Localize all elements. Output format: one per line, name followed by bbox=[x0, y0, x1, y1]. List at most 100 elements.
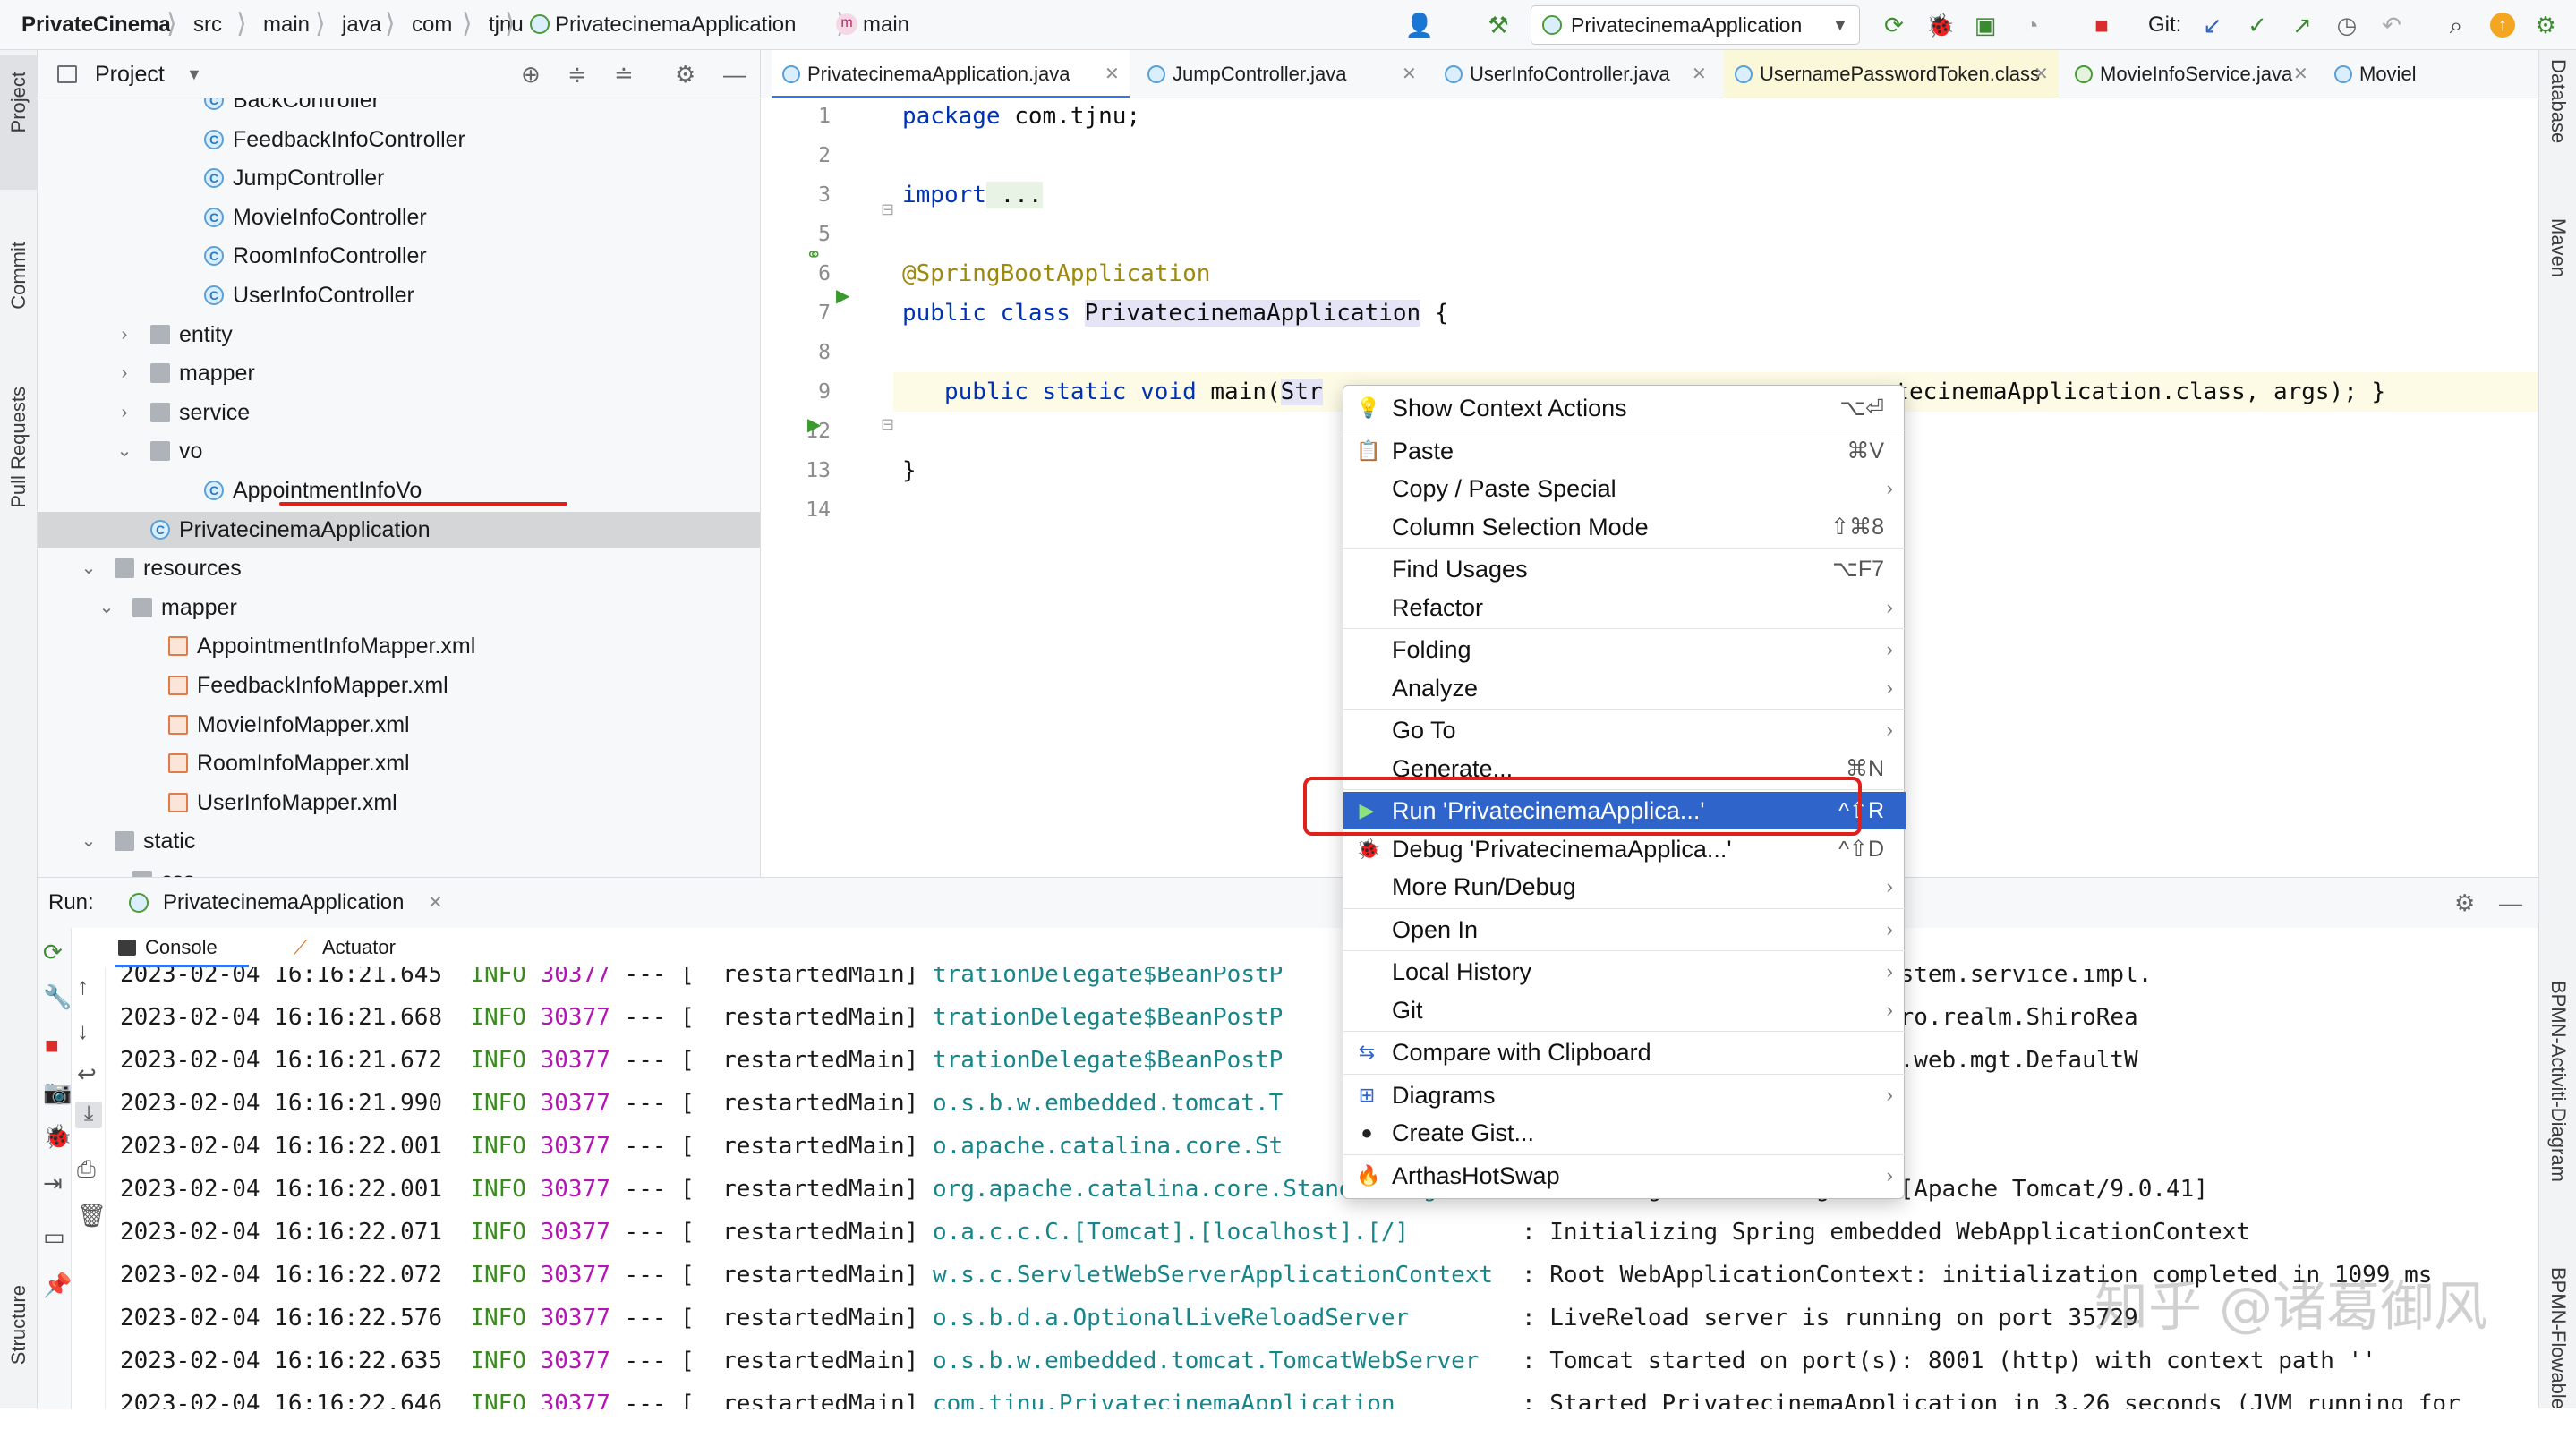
tree-item[interactable]: FeedbackInfoMapper.xml bbox=[38, 668, 760, 703]
close-icon[interactable]: ✕ bbox=[1692, 50, 1707, 98]
chevron-down-icon[interactable]: ⌄ bbox=[79, 823, 98, 859]
tree-item[interactable]: C MovieInfoController bbox=[38, 200, 760, 235]
chevron-down-icon[interactable]: ▼ bbox=[186, 50, 202, 98]
debug-icon[interactable]: 🐞 bbox=[43, 1123, 72, 1151]
close-icon[interactable]: ✕ bbox=[1402, 50, 1417, 98]
chevron-down-icon[interactable]: ⌄ bbox=[97, 590, 116, 625]
close-icon[interactable]: ✕ bbox=[2034, 50, 2049, 98]
menu-item[interactable]: ⊞ Diagrams › bbox=[1343, 1076, 1906, 1114]
bpmn-flowable-tool-tab[interactable]: BPMN-Flowable bbox=[2539, 1267, 2576, 1446]
tree-item[interactable]: C FeedbackInfoController bbox=[38, 122, 760, 157]
menu-item[interactable]: 🔥 ArthasHotSwap › bbox=[1343, 1157, 1906, 1195]
editor-tab[interactable]: JumpController.java ✕ bbox=[1137, 50, 1427, 98]
expand-all-icon[interactable]: ≑ bbox=[567, 50, 587, 98]
code-line[interactable]: package com.tjnu; bbox=[902, 97, 1140, 136]
project-panel-title[interactable]: Project bbox=[95, 50, 165, 98]
menu-item[interactable]: More Run/Debug › bbox=[1343, 868, 1906, 906]
exit-icon[interactable]: ⇥ bbox=[43, 1170, 63, 1197]
tree-item[interactable]: C JumpController bbox=[38, 160, 760, 196]
fold-icon[interactable]: ⊟ bbox=[881, 200, 894, 219]
scroll-to-end-icon[interactable]: ⤓ bbox=[75, 1102, 102, 1128]
fold-icon[interactable]: ⊟ bbox=[881, 415, 894, 434]
menu-item[interactable]: Git › bbox=[1343, 991, 1906, 1029]
rollback-icon[interactable]: ↶ bbox=[2376, 9, 2408, 41]
code-line[interactable]: import ... bbox=[902, 175, 1043, 215]
breadcrumb-item[interactable]: com bbox=[412, 0, 452, 50]
run-gutter-icon[interactable]: ▶ bbox=[807, 413, 821, 436]
menu-item[interactable]: Analyze › bbox=[1343, 669, 1906, 707]
bpmn-activiti-tool-tab[interactable]: BPMN-Activiti-Diagram bbox=[2539, 981, 2576, 1249]
tree-item[interactable]: ⌄ mapper bbox=[38, 590, 760, 625]
log-line[interactable]: 2023-02-04 16:16:22.576 INFO 30377 --- [… bbox=[120, 1298, 2138, 1338]
git-push-icon[interactable]: ↗ bbox=[2286, 9, 2318, 41]
rerun-icon[interactable]: ⟳ bbox=[43, 939, 63, 966]
user-icon[interactable]: 👤 bbox=[1403, 9, 1436, 41]
code-line[interactable]: public static void main(Str bbox=[902, 372, 1323, 412]
editor-tab[interactable]: MovieInfoService.java ✕ bbox=[2064, 50, 2318, 98]
menu-item[interactable]: ● Create Gist... bbox=[1343, 1114, 1906, 1152]
soft-wrap-icon[interactable]: ↩ bbox=[77, 1060, 97, 1088]
history-icon[interactable]: ◷ bbox=[2331, 9, 2363, 41]
editor-tab[interactable]: UsernamePasswordToken.class ✕ bbox=[1724, 50, 2059, 98]
menu-item[interactable]: Local History › bbox=[1343, 953, 1906, 991]
code-line[interactable]: } bbox=[902, 451, 917, 490]
tree-item[interactable]: UserInfoMapper.xml bbox=[38, 785, 760, 821]
code-line-tail[interactable]: vatecinemaApplication.class, args); } bbox=[1867, 372, 2385, 412]
menu-item[interactable]: Go To › bbox=[1343, 711, 1906, 749]
close-icon[interactable]: ✕ bbox=[428, 878, 443, 928]
arrow-up-icon[interactable]: ↑ bbox=[77, 973, 89, 1000]
chevron-right-icon[interactable]: › bbox=[115, 355, 134, 391]
structure-tool-tab[interactable]: Structure bbox=[0, 1285, 38, 1410]
tree-item[interactable]: MovieInfoMapper.xml bbox=[38, 707, 760, 743]
database-tool-tab[interactable]: Database bbox=[2539, 59, 2576, 193]
chevron-right-icon[interactable]: › bbox=[97, 863, 116, 877]
search-icon[interactable]: ⌕ bbox=[2440, 9, 2472, 41]
console-output[interactable]: 2023-02-04 16:16:21.645 INFO 30377 --- [… bbox=[106, 967, 2538, 1409]
code-line[interactable]: @SpringBootApplication bbox=[902, 254, 1210, 293]
run-config-selector[interactable]: PrivatecinemaApplication ▼ bbox=[1531, 5, 1860, 45]
commit-tool-tab[interactable]: Commit bbox=[0, 242, 38, 349]
debug-icon[interactable]: 🐞 bbox=[1924, 9, 1957, 41]
run-config-tab[interactable]: PrivatecinemaApplication bbox=[163, 878, 404, 928]
tree-item[interactable]: › entity bbox=[38, 317, 760, 353]
breadcrumb-item[interactable]: src bbox=[193, 0, 222, 50]
tree-item[interactable]: › mapper bbox=[38, 355, 760, 391]
update-icon[interactable]: ↑ bbox=[2486, 9, 2519, 41]
trash-icon[interactable]: 🗑 bbox=[77, 1202, 107, 1229]
close-icon[interactable]: ✕ bbox=[2293, 50, 2308, 98]
close-icon[interactable]: ✕ bbox=[1105, 50, 1120, 98]
menu-item[interactable]: Folding › bbox=[1343, 631, 1906, 668]
menu-item[interactable]: ⇆ Compare with Clipboard bbox=[1343, 1033, 1906, 1071]
run-gutter-icon[interactable]: ▶ bbox=[836, 285, 849, 307]
stop-icon[interactable]: ■ bbox=[2086, 9, 2118, 41]
tree-item[interactable]: C PrivatecinemaApplication bbox=[38, 511, 760, 548]
project-tool-tab[interactable]: Project bbox=[0, 55, 38, 190]
actuator-tab[interactable]: ⟋ Actuator bbox=[294, 928, 437, 967]
menu-item[interactable]: 📋 Paste ⌘V bbox=[1343, 432, 1906, 470]
tree-item[interactable]: C BackController bbox=[38, 98, 760, 118]
layout-icon[interactable]: ▭ bbox=[43, 1223, 65, 1251]
hide-panel-icon[interactable]: — bbox=[2499, 878, 2522, 928]
editor-tab[interactable]: UserInfoController.java ✕ bbox=[1434, 50, 1717, 98]
arrow-down-icon[interactable]: ↓ bbox=[77, 1017, 89, 1045]
pin-icon[interactable]: 📌 bbox=[43, 1272, 72, 1299]
tree-item[interactable]: RoomInfoMapper.xml bbox=[38, 745, 760, 781]
locate-icon[interactable]: ⊕ bbox=[521, 50, 541, 98]
breadcrumb-item[interactable]: PrivateCinema bbox=[21, 0, 171, 50]
tree-item[interactable]: › css bbox=[38, 863, 760, 877]
tree-item[interactable]: › service bbox=[38, 395, 760, 430]
tree-item[interactable]: ⌄ static bbox=[38, 823, 760, 859]
menu-item[interactable]: 💡 Show Context Actions ⌥⏎ bbox=[1343, 389, 1906, 427]
breadcrumb-item[interactable]: main bbox=[263, 0, 310, 50]
coverage-icon[interactable]: ▣ bbox=[1969, 9, 2001, 41]
maven-tool-tab[interactable]: Maven bbox=[2539, 218, 2576, 362]
log-line[interactable]: 2023-02-04 16:16:22.646 INFO 30377 --- [… bbox=[120, 1384, 2461, 1409]
print-icon[interactable]: ⎙ bbox=[77, 1155, 96, 1184]
editor-tab[interactable]: PrivatecinemaApplication.java ✕ bbox=[772, 50, 1130, 98]
menu-item[interactable]: Find Usages ⌥F7 bbox=[1343, 550, 1906, 588]
chevron-right-icon[interactable]: › bbox=[115, 317, 134, 353]
gear-icon[interactable]: ⚙ bbox=[2454, 878, 2475, 928]
log-line[interactable]: 2023-02-04 16:16:22.635 INFO 30377 --- [… bbox=[120, 1341, 2376, 1381]
settings-icon[interactable]: ⚙ bbox=[2529, 9, 2562, 41]
gear-icon[interactable]: ⚙ bbox=[675, 50, 695, 98]
